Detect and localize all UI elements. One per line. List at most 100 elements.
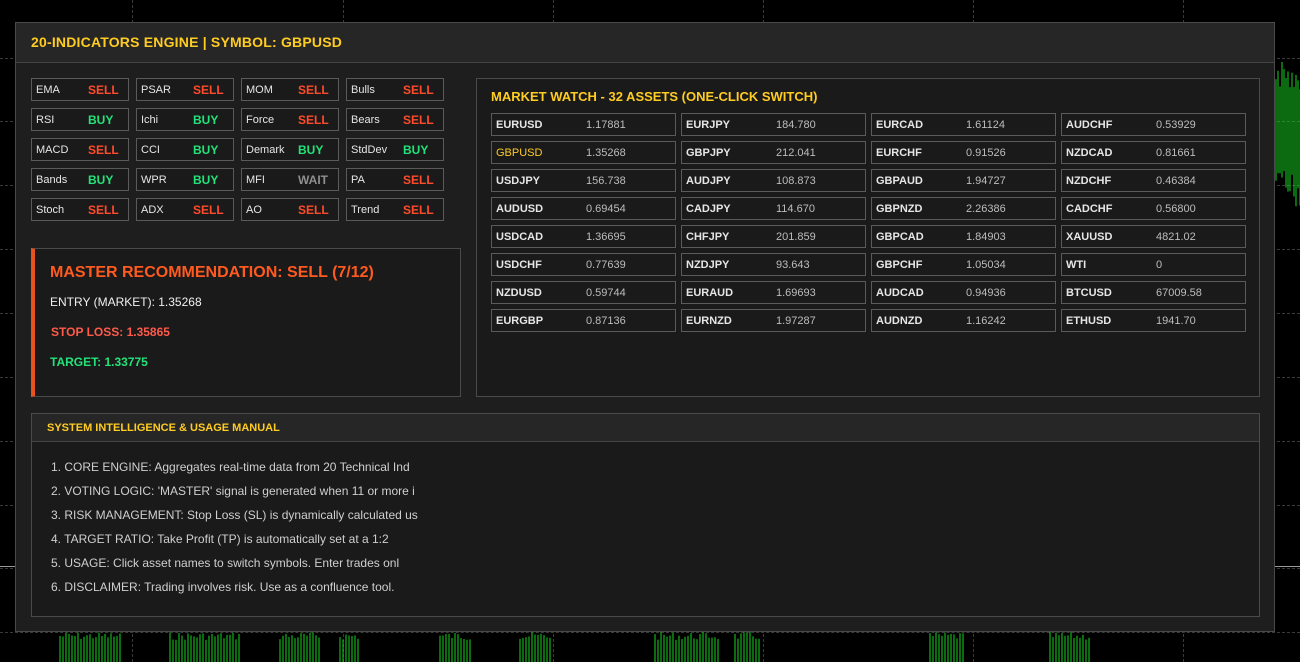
indicator-name: MFI <box>246 174 265 186</box>
asset-price: 0.69454 <box>586 203 626 215</box>
asset-symbol: AUDJPY <box>686 175 731 187</box>
indicator-cell: PA SELL <box>346 168 444 191</box>
indicator-name: MACD <box>36 144 69 156</box>
asset-button-audjpy[interactable]: AUDJPY 108.873 <box>681 169 866 192</box>
indicator-cell: StdDev BUY <box>346 138 444 161</box>
asset-button-gbpcad[interactable]: GBPCAD 1.84903 <box>871 225 1056 248</box>
asset-button-chfjpy[interactable]: CHFJPY 201.859 <box>681 225 866 248</box>
indicator-cell: Force SELL <box>241 108 339 131</box>
asset-price: 1.16242 <box>966 315 1006 327</box>
indicator-name: RSI <box>36 114 55 126</box>
asset-price: 2.26386 <box>966 203 1006 215</box>
asset-button-eurjpy[interactable]: EURJPY 184.780 <box>681 113 866 136</box>
asset-button-btcusd[interactable]: BTCUSD 67009.58 <box>1061 281 1246 304</box>
asset-button-audnzd[interactable]: AUDNZD 1.16242 <box>871 309 1056 332</box>
asset-button-nzdcad[interactable]: NZDCAD 0.81661 <box>1061 141 1246 164</box>
indicator-signal: SELL <box>403 203 434 217</box>
asset-price: 1.05034 <box>966 259 1006 271</box>
asset-symbol: GBPCHF <box>876 259 923 271</box>
asset-symbol: EURCAD <box>876 119 924 131</box>
indicator-name: MOM <box>246 84 273 96</box>
asset-button-eurchf[interactable]: EURCHF 0.91526 <box>871 141 1056 164</box>
indicator-signal: SELL <box>298 203 329 217</box>
asset-button-usdjpy[interactable]: USDJPY 156.738 <box>491 169 676 192</box>
asset-button-audcad[interactable]: AUDCAD 0.94936 <box>871 281 1056 304</box>
asset-price: 212.041 <box>776 147 816 159</box>
manual-line: 5. USAGE: Click asset names to switch sy… <box>51 556 400 570</box>
asset-price: 156.738 <box>586 175 626 187</box>
indicator-signal: BUY <box>298 143 324 157</box>
asset-symbol: NZDUSD <box>496 287 542 299</box>
indicator-signal: SELL <box>298 83 329 97</box>
asset-symbol: EURJPY <box>686 119 731 131</box>
asset-button-cadjpy[interactable]: CADJPY 114.670 <box>681 197 866 220</box>
asset-price: 1.94727 <box>966 175 1006 187</box>
asset-button-audchf[interactable]: AUDCHF 0.53929 <box>1061 113 1246 136</box>
asset-price: 114.670 <box>776 203 815 215</box>
indicator-cell: MOM SELL <box>241 78 339 101</box>
asset-price: 0.59744 <box>586 287 626 299</box>
asset-symbol: EURAUD <box>686 287 734 299</box>
indicator-cell: Bears SELL <box>346 108 444 131</box>
asset-price: 0.94936 <box>966 287 1006 299</box>
asset-price: 0.81661 <box>1156 147 1196 159</box>
indicator-name: Trend <box>351 204 380 216</box>
asset-button-euraud[interactable]: EURAUD 1.69693 <box>681 281 866 304</box>
asset-price: 184.780 <box>776 119 816 131</box>
asset-price: 0.53929 <box>1156 119 1196 131</box>
asset-button-gbpusd[interactable]: GBPUSD 1.35268 <box>491 141 676 164</box>
asset-symbol: CADJPY <box>686 203 731 215</box>
asset-button-ethusd[interactable]: ETHUSD 1941.70 <box>1061 309 1246 332</box>
asset-button-gbpaud[interactable]: GBPAUD 1.94727 <box>871 169 1056 192</box>
asset-button-wti[interactable]: WTI 0 <box>1061 253 1246 276</box>
asset-button-usdcad[interactable]: USDCAD 1.36695 <box>491 225 676 248</box>
asset-price: 0.91526 <box>966 147 1006 159</box>
asset-price: 0.56800 <box>1156 203 1196 215</box>
indicator-name: PA <box>351 174 365 186</box>
asset-price: 93.643 <box>776 259 810 271</box>
manual-line: 1. CORE ENGINE: Aggregates real-time dat… <box>51 460 410 474</box>
indicator-cell: MACD SELL <box>31 138 129 161</box>
asset-button-gbpjpy[interactable]: GBPJPY 212.041 <box>681 141 866 164</box>
asset-button-nzdjpy[interactable]: NZDJPY 93.643 <box>681 253 866 276</box>
stop-loss: STOP LOSS: 1.35865 <box>51 325 170 339</box>
indicator-name: CCI <box>141 144 160 156</box>
asset-button-nzdchf[interactable]: NZDCHF 0.46384 <box>1061 169 1246 192</box>
asset-symbol: EURGBP <box>496 315 544 327</box>
panel-header: 20-INDICATORS ENGINE | SYMBOL: GBPUSD <box>16 23 1274 63</box>
indicator-cell: Trend SELL <box>346 198 444 221</box>
indicator-signal: BUY <box>403 143 429 157</box>
asset-symbol: EURCHF <box>876 147 922 159</box>
asset-button-gbpchf[interactable]: GBPCHF 1.05034 <box>871 253 1056 276</box>
asset-button-eurcad[interactable]: EURCAD 1.61124 <box>871 113 1056 136</box>
asset-button-eurnzd[interactable]: EURNZD 1.97287 <box>681 309 866 332</box>
asset-button-eurusd[interactable]: EURUSD 1.17881 <box>491 113 676 136</box>
asset-symbol: USDCAD <box>496 231 544 243</box>
asset-button-audusd[interactable]: AUDUSD 0.69454 <box>491 197 676 220</box>
indicator-cell: Demark BUY <box>241 138 339 161</box>
indicator-signal: BUY <box>193 143 219 157</box>
asset-price: 0.87136 <box>586 315 626 327</box>
asset-symbol: AUDUSD <box>496 203 544 215</box>
asset-button-eurgbp[interactable]: EURGBP 0.87136 <box>491 309 676 332</box>
asset-symbol: AUDCHF <box>1066 119 1113 131</box>
asset-button-xauusd[interactable]: XAUUSD 4821.02 <box>1061 225 1246 248</box>
indicator-signal: SELL <box>88 83 119 97</box>
asset-symbol: GBPJPY <box>686 147 731 159</box>
indicator-signal: BUY <box>193 173 219 187</box>
indicator-name: Ichi <box>141 114 159 126</box>
indicator-signal: BUY <box>193 113 219 127</box>
indicator-signal: BUY <box>88 173 114 187</box>
manual-header: SYSTEM INTELLIGENCE & USAGE MANUAL <box>32 414 1259 442</box>
market-watch: MARKET WATCH - 32 ASSETS (ONE-CLICK SWIT… <box>476 78 1260 397</box>
asset-button-nzdusd[interactable]: NZDUSD 0.59744 <box>491 281 676 304</box>
asset-button-cadchf[interactable]: CADCHF 0.56800 <box>1061 197 1246 220</box>
asset-button-gbpnzd[interactable]: GBPNZD 2.26386 <box>871 197 1056 220</box>
indicator-cell: Bulls SELL <box>346 78 444 101</box>
asset-button-usdchf[interactable]: USDCHF 0.77639 <box>491 253 676 276</box>
asset-price: 4821.02 <box>1156 231 1196 243</box>
indicator-cell: Bands BUY <box>31 168 129 191</box>
indicator-signal: SELL <box>193 203 224 217</box>
asset-symbol: EURNZD <box>686 315 732 327</box>
panel-title: 20-INDICATORS ENGINE | SYMBOL: GBPUSD <box>31 34 343 50</box>
